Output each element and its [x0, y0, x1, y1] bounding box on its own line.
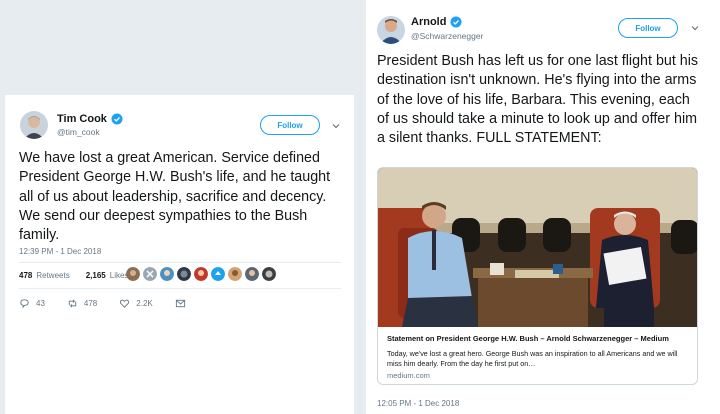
tweet-arnold: Arnold @Schwarzenegger Follow President …: [366, 0, 720, 414]
retweet-count: 478: [83, 299, 98, 308]
tweet-text: President Bush has left us for one last …: [377, 53, 699, 147]
reply-count: 43: [36, 299, 45, 308]
like-button[interactable]: 2.2K: [119, 298, 153, 309]
card-image: [378, 168, 697, 327]
follow-button[interactable]: Follow: [618, 18, 678, 38]
like-icon: [120, 299, 130, 308]
liker-avatar[interactable]: [160, 267, 174, 281]
tweet-timestamp[interactable]: 12:39 PM - 1 Dec 2018: [19, 247, 101, 256]
retweets-count[interactable]: 478: [19, 271, 32, 280]
chevron-down-icon[interactable]: [690, 23, 700, 33]
author-name[interactable]: Tim Cook: [57, 113, 107, 125]
card-title[interactable]: Statement on President George H.W. Bush …: [387, 334, 692, 343]
liker-avatar[interactable]: [143, 267, 157, 281]
liker-avatars: [126, 267, 276, 281]
verified-badge-icon: [450, 16, 462, 28]
liker-avatar[interactable]: [245, 267, 259, 281]
share-icon: [175, 299, 185, 308]
card-description: Today, we've lost a great hero. George B…: [387, 349, 678, 368]
liker-avatar[interactable]: [262, 267, 276, 281]
like-count: 2.2K: [136, 299, 153, 308]
avatar-arnold[interactable]: [377, 16, 405, 44]
follow-button[interactable]: Follow: [260, 115, 320, 135]
divider: [19, 288, 341, 289]
reply-button[interactable]: 43: [19, 298, 45, 309]
tweet-text: We have lost a great American. Service d…: [19, 150, 331, 244]
liker-avatar[interactable]: [211, 267, 225, 281]
link-card[interactable]: Statement on President George H.W. Bush …: [377, 167, 698, 385]
tweet-actions: 43 478 2.2K: [19, 298, 208, 309]
retweet-icon: [68, 299, 77, 308]
author-name[interactable]: Arnold: [411, 16, 446, 28]
verified-badge-icon: [111, 113, 123, 125]
avatar-tim-cook[interactable]: [20, 111, 48, 139]
tweet-timestamp[interactable]: 12:05 PM - 1 Dec 2018: [377, 399, 459, 408]
retweets-label[interactable]: Retweets: [36, 271, 69, 280]
author-name-row: Tim Cook: [57, 113, 123, 125]
tweet-stats: 478 Retweets 2,165 Likes: [19, 271, 128, 280]
liker-avatar[interactable]: [177, 267, 191, 281]
liker-avatar[interactable]: [126, 267, 140, 281]
author-handle[interactable]: @tim_cook: [57, 127, 100, 137]
tweet-tim-cook: Tim Cook @tim_cook Follow We have lost a…: [5, 95, 355, 414]
liker-avatar[interactable]: [228, 267, 242, 281]
reply-icon: [20, 299, 29, 309]
card-domain: medium.com: [387, 371, 430, 380]
retweet-button[interactable]: 478: [67, 298, 97, 309]
divider: [19, 262, 341, 263]
share-button[interactable]: [175, 298, 186, 309]
chevron-down-icon[interactable]: [331, 121, 341, 131]
author-handle[interactable]: @Schwarzenegger: [411, 31, 483, 41]
author-name-row: Arnold: [411, 16, 462, 28]
likes-count[interactable]: 2,165: [86, 271, 106, 280]
liker-avatar[interactable]: [194, 267, 208, 281]
